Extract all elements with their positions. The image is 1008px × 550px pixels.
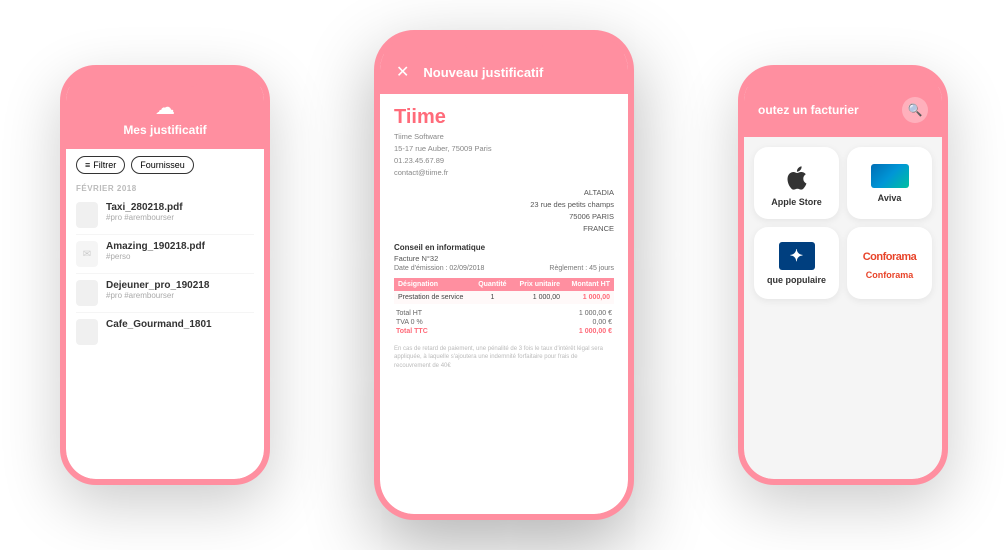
file-info: Dejeuner_pro_190218 #pro #arembourser — [106, 280, 209, 300]
invoice-footer-note: En cas de retard de paiement, une pénali… — [394, 345, 614, 370]
cell-designation: Prestation de service — [394, 291, 473, 304]
invoice-company-info: Tiime Software 15-17 rue Auber, 75009 Pa… — [394, 131, 614, 179]
cloud-icon: ☁ — [80, 95, 250, 120]
total-ttc-value: 1 000,00 € — [579, 328, 612, 335]
filter-button[interactable]: ≡ Filtrer — [76, 156, 125, 174]
list-item[interactable]: Dejeuner_pro_190218 #pro #arembourser — [76, 274, 254, 313]
file-list: Taxi_280218.pdf #pro #arembourser ✉ Amaz… — [66, 196, 264, 351]
supplier-grid: Apple Store Aviva ✦ que populaire Confor… — [744, 137, 942, 309]
total-ttc-label: Total TTC — [396, 328, 428, 335]
right-phone-screen: outez un facturier 🔍 Apple Store Aviva — [744, 87, 942, 479]
facture-label: Facture N°32 — [394, 254, 614, 263]
banque-logo: ✦ — [779, 242, 815, 270]
right-header-title: outez un facturier — [758, 103, 859, 117]
file-info: Taxi_280218.pdf #pro #arembourser — [106, 202, 183, 222]
file-info: Amazing_190218.pdf #perso — [106, 241, 205, 261]
search-button[interactable]: 🔍 — [902, 97, 928, 123]
conseil-label: Conseil en informatique — [394, 243, 614, 252]
list-item[interactable]: Cafe_Gourmand_1801 — [76, 313, 254, 351]
conforama-logo: Conforama — [863, 247, 917, 265]
aviva-logo — [871, 164, 909, 188]
center-phone-notch — [464, 36, 544, 54]
invoice-table: Désignation Quantité Prix unitaire Monta… — [394, 278, 614, 304]
file-info: Cafe_Gourmand_1801 — [106, 319, 212, 330]
cell-price: 1 000,00 — [512, 291, 564, 304]
total-ht-label: Total HT — [396, 310, 422, 317]
right-screen-header: outez un facturier 🔍 — [744, 87, 942, 137]
cell-qty: 1 — [473, 291, 512, 304]
invoice-body: Tiime Tiime Software 15-17 rue Auber, 75… — [380, 94, 628, 382]
center-phone: ✕ Nouveau justificatif Tiime Tiime Softw… — [374, 30, 634, 520]
apple-store-label: Apple Store — [771, 197, 822, 207]
list-item[interactable]: Taxi_280218.pdf #pro #arembourser — [76, 196, 254, 235]
company-line4: contact@tiime.fr — [394, 167, 614, 179]
recipient-line1: ALTADIA — [394, 187, 614, 199]
filter-label: Filtrer — [93, 160, 116, 170]
col-quantite: Quantité — [473, 278, 512, 291]
left-header-title: Mes justificatif — [80, 123, 250, 137]
banque-label: que populaire — [767, 275, 826, 285]
conforama-label: Conforama — [866, 270, 914, 280]
envelope-icon: ✉ — [76, 241, 98, 267]
invoice-totals: Total HT 1 000,00 € TVA 0 % 0,00 € Total… — [394, 310, 614, 335]
file-tags: #pro #arembourser — [106, 213, 183, 222]
recipient-line2: 23 rue des petits champs — [394, 199, 614, 211]
close-button[interactable]: ✕ — [396, 62, 409, 82]
col-designation: Désignation — [394, 278, 473, 291]
company-line1: Tiime Software — [394, 131, 614, 143]
left-phone-screen: ☁ Mes justificatif ≡ Filtrer Fournisseu … — [66, 87, 264, 479]
total-ht-value: 1 000,00 € — [579, 310, 612, 317]
filename: Dejeuner_pro_190218 — [106, 280, 209, 291]
col-montant: Montant HT — [564, 278, 614, 291]
filename: Cafe_Gourmand_1801 — [106, 319, 212, 330]
apple-logo-svg — [783, 164, 811, 192]
center-phone-screen: ✕ Nouveau justificatif Tiime Tiime Softw… — [380, 54, 628, 514]
supplier-card-banque[interactable]: ✦ que populaire — [754, 227, 839, 299]
filename: Taxi_280218.pdf — [106, 202, 183, 213]
date-reglement: Date d'émission : 02/09/2018 Règlement :… — [394, 265, 614, 272]
total-ttc-row: Total TTC 1 000,00 € — [394, 328, 614, 335]
tva-value: 0,00 € — [593, 319, 612, 326]
invoice-brand: Tiime — [394, 106, 614, 129]
tva-row: TVA 0 % 0,00 € — [394, 319, 614, 326]
file-icon — [76, 202, 98, 228]
recipient-line4: FRANCE — [394, 223, 614, 235]
list-item[interactable]: ✉ Amazing_190218.pdf #perso — [76, 235, 254, 274]
filter-icon: ≡ — [85, 160, 90, 170]
file-icon — [76, 319, 98, 345]
filename: Amazing_190218.pdf — [106, 241, 205, 252]
month-label: FÉVRIER 2018 — [66, 181, 264, 196]
invoice-recipient: ALTADIA 23 rue des petits champs 75006 P… — [394, 187, 614, 235]
left-screen-header: ☁ Mes justificatif — [66, 87, 264, 149]
supplier-card-aviva[interactable]: Aviva — [847, 147, 932, 219]
left-phone-notch — [130, 71, 200, 87]
date-label: Date d'émission : 02/09/2018 — [394, 265, 484, 272]
total-ht-row: Total HT 1 000,00 € — [394, 310, 614, 317]
invoice-modal-header: ✕ Nouveau justificatif — [380, 54, 628, 94]
supplier-card-conforama[interactable]: Conforama Conforama — [847, 227, 932, 299]
right-phone-notch — [808, 71, 878, 87]
file-icon — [76, 280, 98, 306]
supplier-button[interactable]: Fournisseu — [131, 156, 194, 174]
col-prix: Prix unitaire — [512, 278, 564, 291]
company-line3: 01.23.45.67.89 — [394, 155, 614, 167]
aviva-label: Aviva — [878, 193, 902, 203]
file-tags: #perso — [106, 252, 205, 261]
supplier-label: Fournisseu — [140, 160, 185, 170]
file-tags: #pro #arembourser — [106, 291, 209, 300]
filter-bar: ≡ Filtrer Fournisseu — [66, 149, 264, 181]
reglement-label: Règlement : 45 jours — [549, 265, 614, 272]
supplier-card-apple[interactable]: Apple Store — [754, 147, 839, 219]
company-line2: 15-17 rue Auber, 75009 Paris — [394, 143, 614, 155]
recipient-line3: 75006 PARIS — [394, 211, 614, 223]
modal-title: Nouveau justificatif — [423, 65, 543, 80]
tva-label: TVA 0 % — [396, 319, 423, 326]
cell-total: 1 000,00 — [564, 291, 614, 304]
left-phone: ☁ Mes justificatif ≡ Filtrer Fournisseu … — [60, 65, 270, 485]
right-phone: outez un facturier 🔍 Apple Store Aviva — [738, 65, 948, 485]
